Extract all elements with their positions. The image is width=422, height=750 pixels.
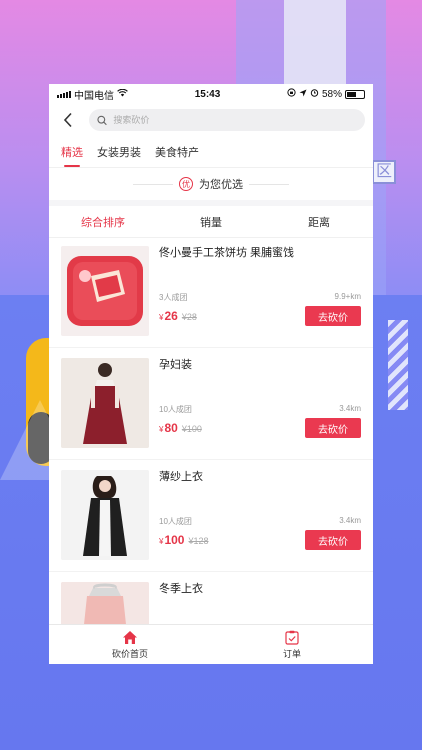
lock-rotation-icon — [287, 88, 296, 100]
sort-distance[interactable]: 距离 — [265, 206, 373, 237]
divider-line — [249, 183, 289, 185]
signal-icon — [57, 90, 71, 98]
list-item[interactable]: 佟小曼手工茶饼坊 果脯蜜饯 3人成团 9.9+km ¥ 26 ¥28 去砍价 — [49, 236, 373, 348]
distance: 3.4km — [339, 516, 361, 525]
distance: 3.4km — [339, 404, 361, 413]
section-title: 为您优选 — [199, 179, 243, 191]
chevron-left-icon — [63, 112, 72, 128]
tab-food-specialties[interactable]: 美食特产 — [155, 136, 199, 168]
category-tabs: 精选 女装男装 美食特产 — [49, 136, 373, 168]
battery-percent: 58% — [321, 88, 342, 100]
home-icon — [123, 630, 137, 644]
currency-symbol: ¥ — [159, 313, 164, 322]
bottom-tab-bar: 砍价首页 订单 — [49, 624, 373, 664]
product-image — [61, 582, 149, 624]
preferred-badge-icon: 优 — [179, 177, 193, 191]
wifi-icon — [117, 88, 128, 100]
tab-featured[interactable]: 精选 — [61, 136, 83, 168]
divider-line — [133, 183, 173, 185]
product-name: 佟小曼手工茶饼坊 果脯蜜饯 — [159, 247, 295, 259]
navigation-bar — [49, 104, 373, 136]
tab-bargain-home[interactable]: 砍价首页 — [49, 625, 211, 664]
carrier-label: 中国电信 — [74, 90, 114, 102]
distance: 9.9+km — [334, 292, 361, 301]
list-item[interactable]: 孕妇装 10人成团 3.4km ¥ 80 ¥100 去砍价 — [49, 348, 373, 460]
bargain-button[interactable]: 去砍价 — [305, 418, 361, 438]
sort-sales[interactable]: 销量 — [157, 206, 265, 237]
tab-label: 砍价首页 — [111, 648, 148, 659]
bargain-button[interactable]: 去砍价 — [305, 530, 361, 550]
list-item[interactable]: 薄纱上衣 10人成团 3.4km ¥ 100 ¥128 去砍价 — [49, 460, 373, 572]
current-price: 26 — [164, 309, 178, 323]
product-name: 薄纱上衣 — [159, 471, 203, 483]
status-time: 15:43 — [194, 88, 221, 100]
group-size: 3人成团 — [159, 293, 188, 302]
background-stripes — [388, 320, 408, 410]
original-price: ¥28 — [181, 312, 197, 322]
alarm-icon — [310, 88, 319, 100]
product-image — [61, 246, 149, 336]
tab-orders[interactable]: 订单 — [211, 625, 373, 664]
sort-bar: 综合排序 销量 距离 — [49, 200, 373, 238]
order-icon — [285, 630, 299, 645]
current-price: 100 — [164, 533, 185, 547]
product-list: 佟小曼手工茶饼坊 果脯蜜饯 3人成团 9.9+km ¥ 26 ¥28 去砍价 孕… — [49, 236, 373, 624]
product-image — [61, 470, 149, 560]
battery-icon — [345, 89, 365, 99]
search-icon — [97, 115, 107, 125]
search-bar[interactable] — [89, 109, 365, 131]
bargain-button[interactable]: 去砍价 — [305, 306, 361, 326]
list-item[interactable]: 冬季上衣 — [49, 572, 373, 624]
current-price: 80 — [164, 421, 178, 435]
original-price: ¥128 — [188, 536, 209, 546]
section-header: 优 为您优选 — [49, 168, 373, 200]
location-icon — [299, 89, 307, 100]
tab-clothing[interactable]: 女装男装 — [97, 136, 141, 168]
currency-symbol: ¥ — [159, 537, 164, 546]
currency-symbol: ¥ — [159, 425, 164, 434]
group-size: 10人成团 — [159, 405, 192, 414]
background-sign: 区 — [372, 160, 396, 184]
product-name: 冬季上衣 — [159, 583, 203, 595]
original-price: ¥100 — [181, 424, 202, 434]
sort-comprehensive[interactable]: 综合排序 — [49, 206, 157, 237]
tab-label: 订单 — [282, 648, 301, 659]
phone-screen: 中国电信 15:43 58% 搜索砍价 精选 女装男装 美食特产 优 为您优选 … — [49, 84, 373, 664]
group-size: 10人成团 — [159, 517, 192, 526]
search-input[interactable] — [113, 115, 357, 125]
product-image — [61, 358, 149, 448]
back-button[interactable] — [57, 109, 79, 131]
product-name: 孕妇装 — [159, 359, 192, 371]
status-bar: 中国电信 15:43 58% — [49, 84, 373, 104]
